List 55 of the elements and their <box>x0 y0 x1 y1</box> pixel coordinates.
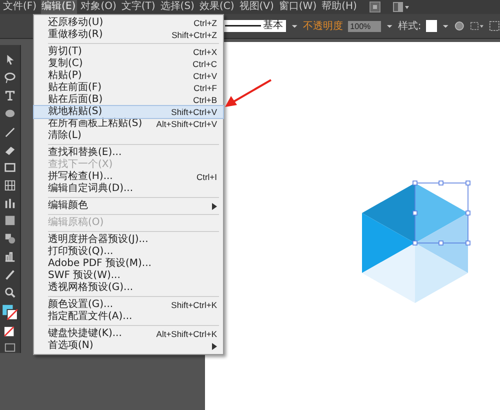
menu-bar-item[interactable]: 窗口(W) <box>278 0 318 14</box>
layout-icon[interactable] <box>392 1 410 13</box>
opacity-link[interactable]: 不透明度 <box>303 19 344 33</box>
menu-item[interactable]: 粘贴(P) Ctrl+V <box>34 70 223 82</box>
menu-bar-item[interactable]: 文字(T) <box>120 0 156 14</box>
opacity-field[interactable]: 100% <box>348 20 381 32</box>
lasso-icon[interactable] <box>3 70 17 84</box>
menu-item[interactable]: 清除(L) <box>34 130 223 142</box>
menu-item[interactable]: 透视网格预设(G)... <box>34 282 223 294</box>
menu-item[interactable]: 颜色设置(G)... Shift+Ctrl+K <box>34 299 223 311</box>
menu-item[interactable]: 指定配置文件(A)... <box>34 311 223 323</box>
menu-item[interactable]: 还原移动(U) Ctrl+Z <box>34 17 223 29</box>
shapes-icon[interactable] <box>3 232 17 246</box>
menu-item[interactable]: 编辑颜色 <box>34 200 223 212</box>
menu-item[interactable]: 剪切(T) Ctrl+X <box>34 46 223 58</box>
grid-icon[interactable] <box>3 178 17 192</box>
menu-item[interactable]: SWF 预设(W)... <box>34 270 223 282</box>
menu-bar-item[interactable]: 选择(S) <box>159 0 196 14</box>
menu-item[interactable]: 首选项(N) <box>34 340 223 352</box>
menu-bar-item[interactable]: 对象(O) <box>80 0 118 14</box>
style-swatch[interactable] <box>426 20 437 32</box>
menu-item[interactable]: 打印预设(Q)... <box>34 246 223 258</box>
bars-icon[interactable] <box>3 196 17 210</box>
screen-mode-icon[interactable] <box>3 342 17 353</box>
menu-item[interactable]: 贴在前面(F) Ctrl+F <box>34 82 223 94</box>
rect-icon[interactable] <box>3 160 17 174</box>
none-color-icon[interactable] <box>3 326 17 337</box>
menu-bar-item[interactable]: 视图(V) <box>238 0 275 14</box>
annotation-arrow <box>223 78 273 110</box>
menu-bar-item[interactable]: 文件(F) <box>2 0 38 14</box>
search-icon[interactable] <box>3 286 17 300</box>
menu-item[interactable]: 拼写检查(H)... Ctrl+I <box>34 171 223 183</box>
type-icon[interactable] <box>3 88 17 102</box>
menu-bar-item[interactable]: 帮助(H) <box>320 0 358 14</box>
menu-item[interactable]: 就地粘贴(S) Shift+Ctrl+V <box>34 106 223 118</box>
style-label: 样式: <box>398 20 422 33</box>
menu-item[interactable]: 透明度拼合器预设(J)... <box>34 234 223 246</box>
menu-item[interactable]: Adobe PDF 预设(M)... <box>34 258 223 270</box>
menu-item[interactable]: 查找和替换(E)... <box>34 147 223 159</box>
stroke-style-dropdown[interactable]: 基本 <box>222 20 286 32</box>
menu-item[interactable]: 编辑自定词典(D)... <box>34 183 223 195</box>
chart-icon[interactable] <box>3 250 17 264</box>
menu-item[interactable]: 复制(C) Ctrl+C <box>34 58 223 70</box>
menu-item[interactable]: 贴在后面(B) Ctrl+B <box>34 94 223 106</box>
fill-stroke-swatches-icon[interactable] <box>1 304 19 321</box>
transform-icon[interactable] <box>489 20 500 32</box>
menu-item[interactable]: 重做移动(R) Shift+Ctrl+Z <box>34 29 223 41</box>
selection-box[interactable] <box>412 180 470 246</box>
menu-bar-item[interactable]: 编辑(E) <box>40 0 77 14</box>
stroke-line-icon <box>225 24 261 28</box>
menu-item[interactable]: 键盘快捷键(K)... Alt+Shift+Ctrl+K <box>34 328 223 340</box>
align-icon[interactable] <box>470 20 484 32</box>
menu-bar-item[interactable]: 效果(C) <box>198 0 236 14</box>
submenu-arrow-icon <box>212 202 217 210</box>
submenu-arrow-icon <box>212 342 217 350</box>
